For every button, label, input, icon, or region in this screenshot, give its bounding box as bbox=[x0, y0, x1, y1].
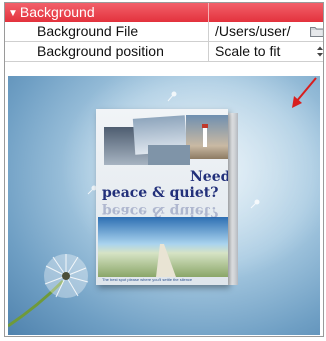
flipbook-cover-preview: Need peace & quiet? peace & quiet? The b… bbox=[96, 109, 238, 285]
triangle-down-icon[interactable]: ▼ bbox=[8, 8, 18, 19]
property-row-background-position[interactable]: Background position Scale to fit bbox=[5, 42, 323, 62]
background-section-header[interactable]: ▼ Background bbox=[5, 3, 323, 22]
section-title: Background bbox=[19, 4, 95, 20]
property-label: Background File bbox=[5, 22, 209, 41]
cover-title-line1: Need bbox=[190, 169, 228, 185]
stepper-icon[interactable] bbox=[316, 45, 324, 58]
background-preview: Need peace & quiet? peace & quiet? The b… bbox=[8, 76, 320, 335]
property-row-background-file[interactable]: Background File /Users/user/ bbox=[5, 22, 323, 42]
property-label: Background position bbox=[5, 42, 209, 61]
book-cover: Need peace & quiet? peace & quiet? The b… bbox=[96, 109, 228, 285]
cover-title-reflection: peace & quiet? bbox=[102, 203, 219, 219]
folder-icon[interactable] bbox=[310, 26, 324, 37]
cover-footer-text: The best spot please where you'll settle… bbox=[102, 277, 193, 282]
background-position-select[interactable]: Scale to fit bbox=[215, 42, 280, 61]
red-arrow-icon bbox=[292, 77, 317, 108]
section-header-cell: ▼ Background bbox=[5, 3, 209, 22]
background-settings-panel: ▼ Background Background File /Users/user/… bbox=[4, 2, 324, 337]
cover-title-line2: peace & quiet? bbox=[102, 185, 219, 201]
background-file-value[interactable]: /Users/user/ bbox=[215, 22, 290, 41]
